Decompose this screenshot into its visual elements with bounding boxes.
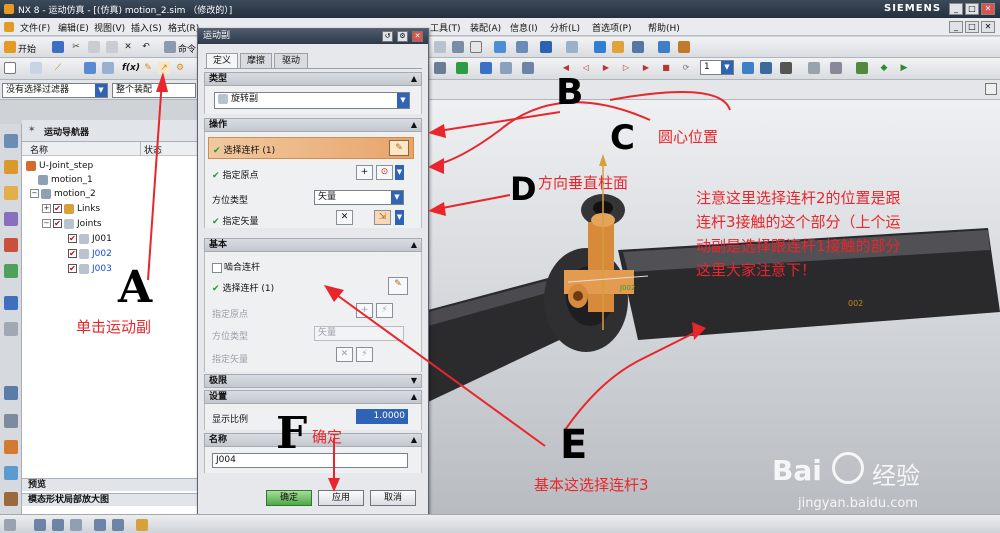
watermark-url: jingyan.baidu.com [798, 496, 918, 511]
arrow-a [147, 79, 163, 281]
annotation-letter-f: F [276, 408, 308, 459]
arrow-e-head [324, 285, 344, 302]
annotation-text-e: 基本这选择连杆3 [534, 476, 649, 494]
annotation-letter-d: D [510, 170, 537, 208]
annotation-letter-a: A [118, 262, 153, 313]
arrow-e-curve [564, 329, 701, 431]
annotation-letter-c: C [610, 118, 635, 158]
baidu-watermark: Bai 经验 jingyan.baidu.com [768, 450, 998, 530]
annotation-text-d: 方向垂直柱面 [538, 174, 629, 192]
arrow-e-curve-head [692, 322, 706, 340]
arrow-b-head [428, 124, 446, 138]
arrow-f-head [328, 478, 340, 492]
arrow-b [431, 111, 561, 133]
watermark-brand-cn: 经验 [872, 462, 920, 490]
arrow-c-ring [609, 91, 731, 111]
annotation-text-f: 确定 [312, 428, 343, 446]
annotation-note: 注意这里选择连杆2的位置是跟 连杆3接触的这个部分（上个运 动副是选择跟连杆1接… [696, 186, 998, 282]
arrow-a-head [156, 72, 168, 92]
annotation-letter-e: E [560, 422, 588, 468]
arrow-c-head [428, 158, 444, 174]
annotation-note-line: 这里大家注意下！ [696, 261, 817, 279]
annotation-note-line: 动副是选择跟连杆1接触的部分 [696, 237, 901, 255]
arrow-e [329, 289, 546, 447]
annotation-text-a: 单击运动副 [76, 318, 152, 336]
arrow-d-head [428, 202, 446, 216]
annotation-text-c: 圆心位置 [658, 128, 719, 146]
annotation-letter-b: B [556, 72, 584, 113]
annotation-note-line: 连杆3接触的这个部分（上个运 [696, 213, 901, 231]
paw-icon [832, 452, 864, 484]
annotation-note-line: 注意这里选择连杆2的位置是跟 [696, 189, 901, 207]
watermark-brand: Bai [772, 454, 822, 487]
